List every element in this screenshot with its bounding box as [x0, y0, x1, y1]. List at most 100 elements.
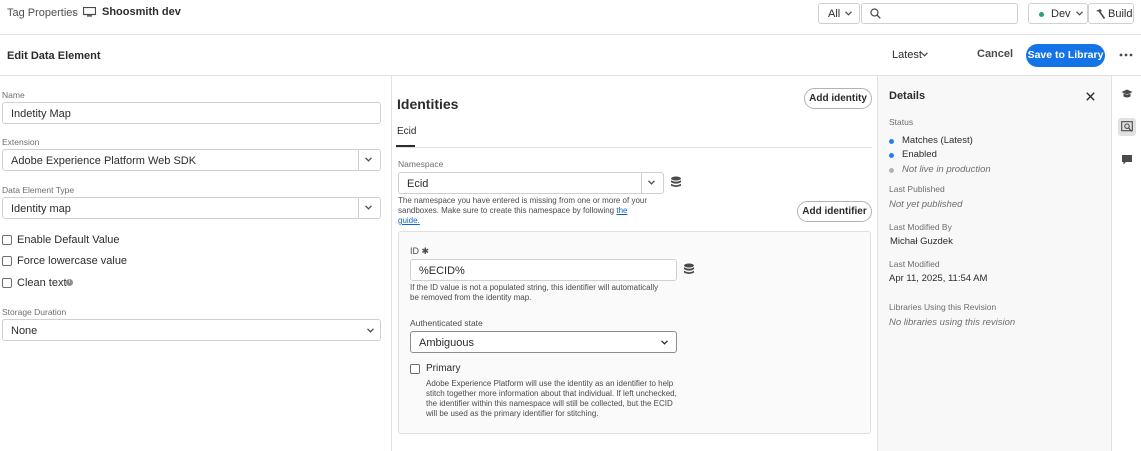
id-value: %ECID% [419, 265, 465, 277]
data-element-picker-icon[interactable] [683, 263, 695, 275]
search-icon [870, 8, 881, 19]
data-element-type-dropdown-button[interactable] [358, 198, 380, 218]
authenticated-state-value: Ambiguous [419, 337, 475, 349]
namespace-help-text: The namespace you have entered is missin… [398, 196, 648, 226]
id-help-text: If the ID value is not a populated strin… [410, 283, 659, 302]
namespace-dropdown-button[interactable] [641, 173, 663, 193]
status-dot-enabled [889, 153, 894, 158]
tab-divider [396, 147, 872, 148]
editor-header: Edit Data Element Latest Cancel Save to … [0, 34, 1141, 76]
more-actions-icon[interactable] [1119, 48, 1133, 62]
storage-duration-value: None [11, 325, 38, 337]
data-element-settings-panel: Name Indetity Map Extension Adobe Experi… [0, 76, 392, 451]
rail-learn-button[interactable] [1118, 85, 1136, 103]
chevron-down-icon [845, 11, 852, 16]
hammer-icon [1096, 9, 1106, 19]
extension-select[interactable]: Adobe Experience Platform Web SDK [2, 149, 381, 171]
enable-default-value-checkbox[interactable] [2, 235, 12, 245]
chevron-down-icon [365, 205, 372, 210]
id-label: ID ✱ [410, 246, 430, 256]
name-field[interactable]: Indetity Map [2, 102, 381, 124]
primary-label: Primary [426, 363, 461, 374]
storage-duration-select[interactable]: None [2, 319, 381, 341]
breadcrumb-tag-properties[interactable]: Tag Properties [7, 7, 78, 19]
last-modified-by-value: Michał Guzdek [890, 236, 953, 247]
identities-title: Identities [397, 96, 459, 112]
force-lowercase-checkbox[interactable] [2, 256, 12, 266]
environment-button[interactable]: Dev [1028, 3, 1088, 24]
namespace-label: Namespace [398, 159, 444, 169]
last-modified-value: Apr 11, 2025, 11:54 AM [889, 273, 988, 284]
status-enabled: Enabled [902, 149, 937, 160]
status-not-live: Not live in production [902, 164, 991, 175]
close-icon[interactable] [1086, 92, 1095, 101]
version-select[interactable]: Latest [892, 49, 928, 61]
identifier-card: ID ✱ %ECID% If the ID value is not a pop… [398, 231, 871, 434]
details-panel: Details Status Matches (Latest) Enabled … [878, 76, 1111, 451]
breadcrumb-separator: › [72, 7, 76, 19]
environment-status-dot [1039, 12, 1044, 17]
last-modified-label: Last Modified [889, 259, 940, 269]
rail-comment-button[interactable] [1118, 151, 1136, 169]
identities-panel: Identities Add identity Ecid Namespace E… [392, 76, 878, 451]
inspect-icon [1121, 121, 1133, 132]
name-value: Indetity Map [11, 108, 71, 120]
storage-duration-label: Storage Duration [2, 307, 67, 317]
id-input[interactable]: %ECID% [410, 259, 677, 281]
extension-label: Extension [2, 137, 40, 147]
learn-icon [1121, 89, 1133, 98]
data-element-picker-icon[interactable] [670, 176, 682, 188]
namespace-value: Ecid [407, 178, 429, 190]
data-element-type-select[interactable]: Identity map [2, 197, 381, 219]
breadcrumb-property-name[interactable]: Shoosmith dev [102, 6, 181, 18]
status-dot-not-live [889, 168, 894, 173]
namespace-select[interactable]: Ecid [398, 172, 664, 194]
last-modified-by-label: Last Modified By [889, 222, 952, 232]
chevron-down-icon [365, 157, 372, 162]
force-lowercase-label: Force lowercase value [17, 255, 128, 267]
right-rail [1111, 76, 1141, 451]
environment-label: Dev [1051, 8, 1071, 20]
authenticated-state-label: Authenticated state [410, 318, 483, 328]
namespace-help-body: The namespace you have entered is missin… [398, 196, 648, 215]
save-to-library-button[interactable]: Save to Library [1026, 44, 1105, 67]
chevron-down-icon [921, 52, 928, 57]
last-published-value: Not yet published [889, 199, 963, 210]
primary-help-text: Adobe Experience Platform will use the i… [426, 379, 677, 418]
primary-checkbox[interactable] [410, 364, 420, 374]
enable-default-value-label: Enable Default Value [17, 234, 120, 246]
details-title: Details [889, 90, 926, 102]
info-icon[interactable]: i [66, 279, 73, 286]
authenticated-state-select[interactable]: Ambiguous [410, 331, 677, 353]
build-label: Build [1108, 8, 1133, 20]
clean-text-checkbox[interactable] [2, 278, 12, 288]
comment-icon [1122, 155, 1132, 165]
last-published-label: Last Published [889, 184, 945, 194]
clean-text-label: Clean text [17, 277, 67, 289]
libraries-value: No libraries using this revision [889, 317, 1016, 328]
chevron-down-icon [367, 328, 374, 333]
chevron-down-icon [648, 180, 655, 185]
build-button[interactable]: Build [1088, 3, 1134, 24]
extension-dropdown-button[interactable] [358, 150, 380, 170]
search-scope-select[interactable]: All [818, 3, 860, 24]
add-identity-button[interactable]: Add identity [804, 88, 872, 109]
search-input[interactable] [861, 3, 1018, 24]
search-scope-value: All [828, 8, 841, 20]
status-dot-matches [889, 139, 894, 144]
tab-ecid[interactable]: Ecid [397, 126, 416, 137]
extension-value: Adobe Experience Platform Web SDK [11, 155, 197, 167]
version-label: Latest [892, 49, 922, 61]
page-title: Edit Data Element [7, 50, 101, 62]
chevron-down-icon [1076, 11, 1083, 16]
monitor-icon [83, 7, 96, 17]
data-element-type-label: Data Element Type [2, 185, 75, 195]
libraries-label: Libraries Using this Revision [889, 302, 997, 312]
status-label: Status [889, 117, 914, 127]
status-matches: Matches (Latest) [902, 135, 973, 146]
rail-inspect-button[interactable] [1118, 118, 1136, 136]
top-bar: Tag Properties › Shoosmith dev All Dev B… [0, 0, 1141, 30]
cancel-button[interactable]: Cancel [977, 48, 1013, 60]
add-identifier-button[interactable]: Add identifier [797, 201, 872, 222]
chevron-down-icon [661, 340, 668, 345]
